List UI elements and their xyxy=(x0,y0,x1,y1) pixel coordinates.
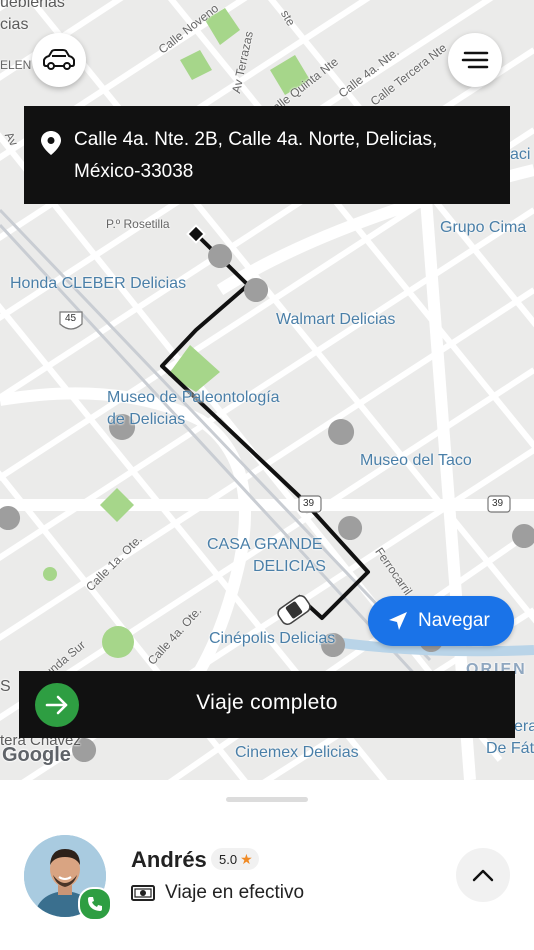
trip-complete-label: Viaje completo xyxy=(196,691,338,714)
map-label: era xyxy=(514,718,534,735)
driver-bottom-sheet[interactable]: Andrés 5.0 ★ Viaje en efectivo xyxy=(0,780,534,950)
navigation-arrow-icon xyxy=(389,612,407,630)
map-label: De Fát xyxy=(486,740,534,757)
map-label: cias xyxy=(0,16,29,33)
map-label: ELEN xyxy=(0,58,32,72)
expand-sheet-button[interactable] xyxy=(456,848,510,902)
menu-button[interactable] xyxy=(448,33,502,87)
google-logo: Google xyxy=(2,744,71,766)
chevron-up-icon xyxy=(472,869,494,882)
trip-complete-slider[interactable]: Viaje completo xyxy=(19,671,515,738)
map-label: P.º Rosetilla xyxy=(106,217,170,231)
rating-value: 5.0 xyxy=(219,851,238,867)
destination-address-banner[interactable]: Calle 4a. Nte. 2B, Calle 4a. Norte, Deli… xyxy=(24,106,510,204)
location-pin-icon xyxy=(41,131,61,155)
map-label: Cinépolis Delicias xyxy=(209,630,336,647)
map-label: Museo del Taco xyxy=(360,452,472,469)
map-label: Cinemex Delicias xyxy=(235,744,359,761)
driver-name: Andrés xyxy=(131,847,207,872)
navigate-button[interactable]: Navegar xyxy=(368,596,514,646)
map-label: de Delicias xyxy=(107,411,186,428)
navigate-button-label: Navegar xyxy=(418,610,490,631)
map-label: Museo de Paleontología xyxy=(107,389,280,406)
rating-badge: 5.0 ★ xyxy=(211,848,259,870)
map-label: DELICIAS xyxy=(253,558,326,575)
cash-icon xyxy=(131,885,155,901)
map-label: Walmart Delicias xyxy=(276,311,396,328)
destination-address-text: Calle 4a. Nte. 2B, Calle 4a. Norte, Deli… xyxy=(74,129,438,182)
map-label: uebierias xyxy=(0,0,65,11)
car-mode-button[interactable] xyxy=(32,33,86,87)
highway-shield-label: 39 xyxy=(303,498,315,509)
map-label: Honda CLEBER Delicias xyxy=(10,275,187,292)
payment-method: Viaje en efectivo xyxy=(131,882,304,904)
menu-icon xyxy=(461,51,489,69)
call-driver-button[interactable] xyxy=(78,887,112,921)
sheet-drag-handle[interactable] xyxy=(226,797,308,802)
map-label: CASA GRANDE xyxy=(207,536,323,553)
map-label: aci xyxy=(510,146,531,163)
car-icon xyxy=(43,49,75,70)
map-label: S xyxy=(0,678,11,695)
star-icon: ★ xyxy=(240,850,253,867)
highway-shield-label: 39 xyxy=(492,498,504,509)
phone-icon xyxy=(88,897,102,911)
map-label: Grupo Cima xyxy=(440,219,527,236)
payment-label: Viaje en efectivo xyxy=(165,882,305,903)
highway-shield-label: 45 xyxy=(65,313,77,324)
